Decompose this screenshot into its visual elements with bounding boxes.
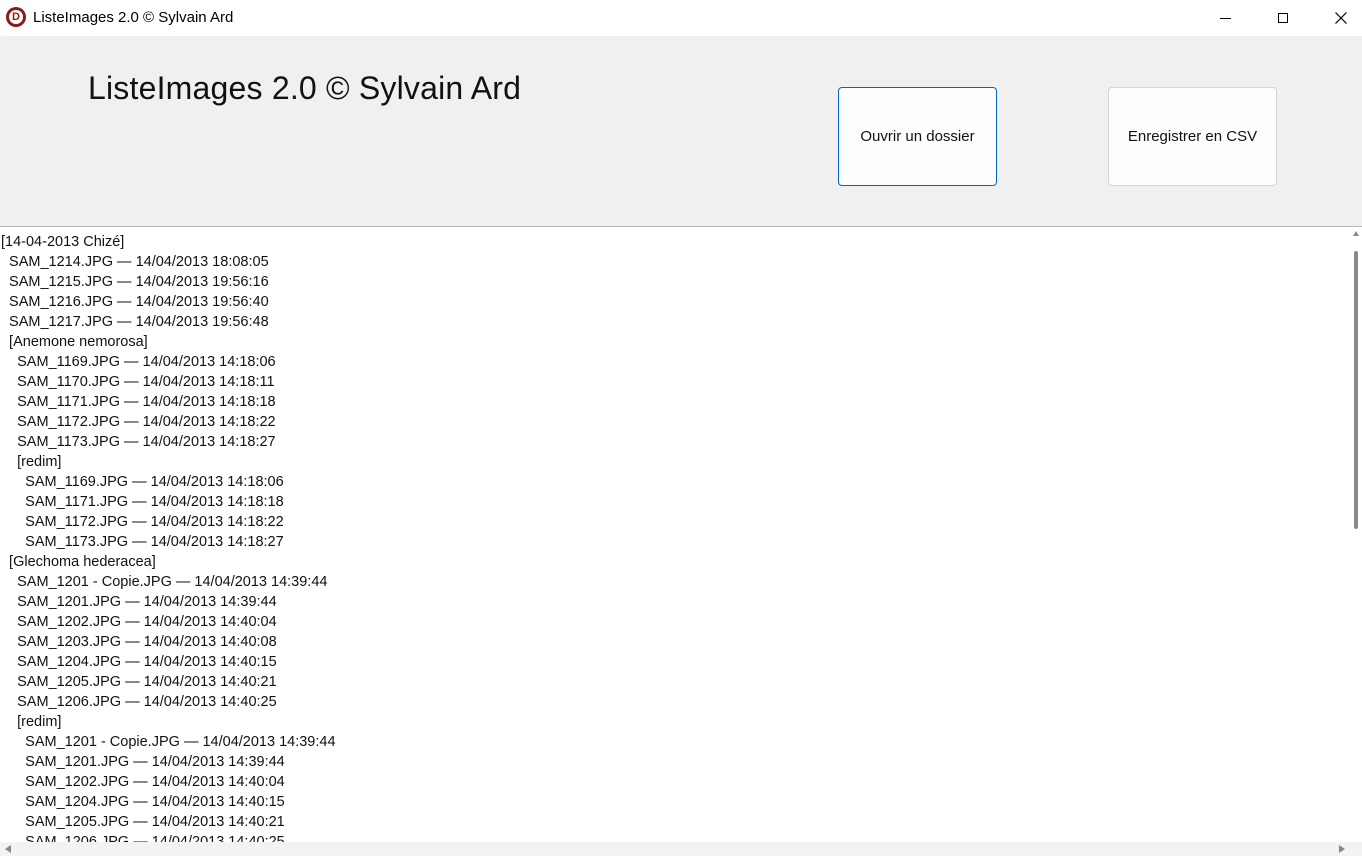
listing-line: SAM_1215.JPG — 14/04/2013 19:56:16 (1, 274, 269, 290)
listing-line: SAM_1173.JPG — 14/04/2013 14:18:27 (1, 534, 284, 550)
listing-line: SAM_1205.JPG — 14/04/2013 14:40:21 (1, 814, 285, 830)
maximize-button[interactable] (1254, 0, 1312, 36)
listing-line: [Glechoma hederacea] (1, 554, 156, 570)
listing-line: [redim] (1, 454, 62, 470)
listing-line: SAM_1169.JPG — 14/04/2013 14:18:06 (1, 474, 284, 490)
listing-line: SAM_1202.JPG — 14/04/2013 14:40:04 (1, 774, 285, 790)
page-title: ListeImages 2.0 © Sylvain Ard (88, 70, 522, 106)
listing-line: SAM_1214.JPG — 14/04/2013 18:08:05 (1, 254, 269, 270)
listing-line: SAM_1173.JPG — 14/04/2013 14:18:27 (1, 434, 276, 450)
listing-line: SAM_1201.JPG — 14/04/2013 14:39:44 (1, 594, 277, 610)
listing-line: SAM_1170.JPG — 14/04/2013 14:18:11 (1, 374, 275, 390)
app-icon[interactable]: D (6, 7, 26, 27)
vertical-scrollbar[interactable] (1350, 227, 1362, 841)
window-title: ListeImages 2.0 © Sylvain Ard (33, 9, 234, 26)
app-window: D ListeImages 2.0 © Sylvain Ard ListeIma… (0, 0, 1362, 856)
listing-line: SAM_1172.JPG — 14/04/2013 14:18:22 (1, 514, 284, 530)
file-listing: [14-04-2013 Chizé] SAM_1214.JPG — 14/04/… (1, 232, 1341, 852)
minimize-button[interactable] (1196, 0, 1254, 36)
scroll-right-icon[interactable] (1339, 845, 1345, 853)
listing-line: SAM_1169.JPG — 14/04/2013 14:18:06 (1, 354, 276, 370)
close-icon (1335, 12, 1347, 24)
file-listing-textbox[interactable]: [14-04-2013 Chizé] SAM_1214.JPG — 14/04/… (0, 226, 1362, 856)
listing-line: [redim] (1, 714, 62, 730)
horizontal-scrollbar[interactable] (0, 842, 1362, 856)
listing-line: SAM_1206.JPG — 14/04/2013 14:40:25 (1, 694, 277, 710)
listing-line: SAM_1204.JPG — 14/04/2013 14:40:15 (1, 654, 277, 670)
minimize-icon (1219, 17, 1231, 19)
listing-line: [14-04-2013 Chizé] (1, 234, 125, 250)
listing-line: SAM_1171.JPG — 14/04/2013 14:18:18 (1, 494, 284, 510)
listing-line: SAM_1202.JPG — 14/04/2013 14:40:04 (1, 614, 277, 630)
listing-line: SAM_1204.JPG — 14/04/2013 14:40:15 (1, 794, 285, 810)
listing-line: SAM_1201 - Copie.JPG — 14/04/2013 14:39:… (1, 734, 336, 750)
close-button[interactable] (1312, 0, 1362, 36)
vertical-scroll-thumb[interactable] (1354, 251, 1358, 529)
maximize-icon (1278, 13, 1288, 23)
listing-line: SAM_1201.JPG — 14/04/2013 14:39:44 (1, 754, 285, 770)
app-icon-letter: D (9, 10, 23, 24)
listing-line: SAM_1201 - Copie.JPG — 14/04/2013 14:39:… (1, 574, 328, 590)
listing-line: SAM_1217.JPG — 14/04/2013 19:56:48 (1, 314, 269, 330)
scroll-left-icon[interactable] (5, 845, 11, 853)
scroll-up-icon[interactable] (1353, 231, 1359, 236)
listing-line: SAM_1205.JPG — 14/04/2013 14:40:21 (1, 674, 277, 690)
save-csv-button[interactable]: Enregistrer en CSV (1108, 87, 1277, 186)
listing-line: SAM_1172.JPG — 14/04/2013 14:18:22 (1, 414, 276, 430)
listing-line: [Anemone nemorosa] (1, 334, 148, 350)
listing-line: SAM_1216.JPG — 14/04/2013 19:56:40 (1, 294, 269, 310)
open-folder-button[interactable]: Ouvrir un dossier (838, 87, 997, 186)
listing-line: SAM_1203.JPG — 14/04/2013 14:40:08 (1, 634, 277, 650)
title-bar[interactable]: D ListeImages 2.0 © Sylvain Ard (0, 0, 1362, 36)
listing-line: SAM_1171.JPG — 14/04/2013 14:18:18 (1, 394, 276, 410)
